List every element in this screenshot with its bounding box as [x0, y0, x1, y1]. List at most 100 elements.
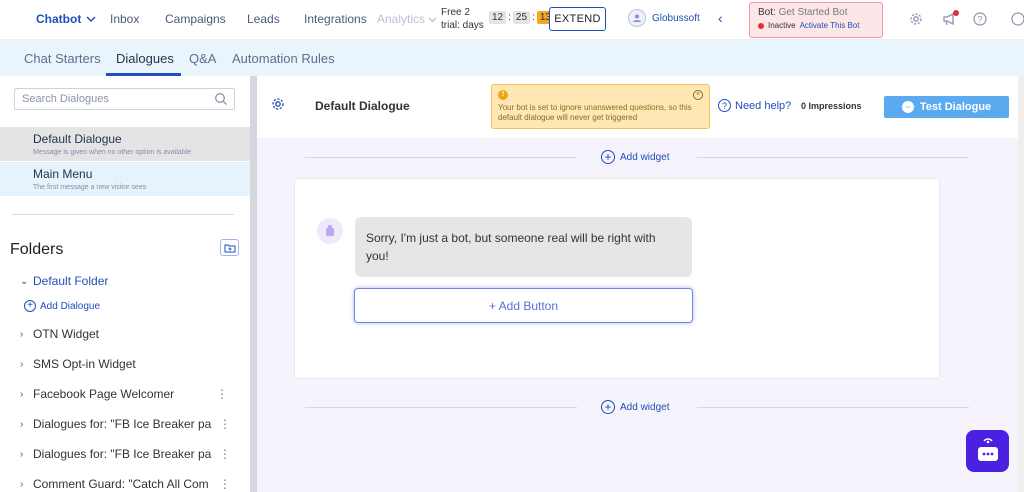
dialogue-item-default[interactable]: Default Dialogue Message is given when n…: [0, 127, 250, 161]
chevron-right-icon: ›: [20, 388, 24, 400]
chevron-down-icon: ⌄: [20, 275, 29, 287]
add-widget-button[interactable]: + Add widget: [601, 400, 669, 414]
nav-integrations[interactable]: Integrations: [304, 12, 367, 26]
timer-minutes: 25: [512, 11, 531, 24]
kebab-menu-icon[interactable]: ⋮: [219, 447, 231, 461]
question-icon: ?: [718, 99, 731, 112]
dialogue-title: Default Dialogue: [33, 132, 122, 146]
help-link[interactable]: ? Need help?: [718, 99, 791, 112]
chat-bot-icon: [977, 438, 998, 461]
plus-circle-icon: +: [601, 150, 615, 164]
divider-line: [305, 157, 577, 158]
gear-icon[interactable]: [907, 10, 925, 28]
bot-status-line: Inactive Activate This Bot: [758, 21, 874, 30]
main-scrollbar[interactable]: [1018, 76, 1024, 492]
tab-dialogues[interactable]: Dialogues: [116, 51, 174, 66]
nav-inbox[interactable]: Inbox: [110, 12, 139, 26]
chat-launcher-button[interactable]: [966, 430, 1009, 472]
folder-sms-opt-in[interactable]: › SMS Opt-in Widget: [20, 357, 136, 371]
kebab-menu-icon[interactable]: ⋮: [219, 417, 231, 431]
add-widget-bottom: + Add widget: [305, 400, 969, 414]
plus-circle-icon: +: [24, 300, 36, 312]
tab-qa[interactable]: Q&A: [189, 51, 216, 66]
folder-label: Dialogues for: "FB Ice Breaker pa: [33, 417, 212, 431]
impressions-count: 0 Impressions: [801, 101, 862, 111]
divider-line: [697, 407, 969, 408]
help-label: Need help?: [735, 99, 792, 112]
org-avatar-icon: [628, 9, 646, 27]
message-widget-card[interactable]: Sorry, I'm just a bot, but someone real …: [294, 178, 940, 379]
status-dot-icon: [758, 22, 764, 29]
bot-avatar-icon: [317, 218, 343, 244]
dialogue-subtitle: Message is given when no other option is…: [33, 149, 191, 156]
folder-label: OTN Widget: [33, 327, 100, 341]
add-button-button[interactable]: + Add Button: [354, 288, 693, 323]
kebab-menu-icon[interactable]: ⋮: [219, 477, 231, 491]
megaphone-icon[interactable]: [941, 10, 959, 28]
bot-prefix: Bot:: [758, 7, 776, 18]
kebab-menu-icon[interactable]: ⋮: [216, 387, 228, 401]
plus-circle-icon: +: [601, 400, 615, 414]
test-dialogue-button[interactable]: Test Dialogue: [884, 96, 1009, 118]
dialogue-item-main-menu[interactable]: Main Menu The first message a new visito…: [0, 162, 250, 196]
folder-fb-ice-breaker-2[interactable]: › Dialogues for: "FB Ice Breaker pa: [20, 447, 211, 461]
search-placeholder: Search Dialogues: [22, 93, 109, 105]
activate-bot-link[interactable]: Activate This Bot: [800, 21, 860, 30]
add-widget-label: Add widget: [620, 151, 670, 163]
nav-campaigns[interactable]: Campaigns: [165, 12, 226, 26]
add-widget-label: Add widget: [620, 401, 670, 413]
add-widget-button[interactable]: + Add widget: [601, 150, 669, 164]
folder-label: Comment Guard: "Catch All Com: [33, 477, 209, 491]
add-dialogue-button[interactable]: + Add Dialogue: [24, 300, 100, 312]
dialogue-title: Main Menu: [33, 167, 93, 181]
sidebar-resize-handle[interactable]: [250, 76, 257, 492]
chevron-right-icon: ›: [20, 328, 24, 340]
warning-banner: ! × Your bot is set to ignore unanswered…: [491, 84, 710, 129]
dialogue-subtitle: The first message a new visitor sees: [33, 184, 147, 191]
help-icon[interactable]: ?: [971, 10, 989, 28]
notification-dot-icon: [953, 10, 959, 16]
add-dialogue-label: Add Dialogue: [40, 300, 101, 312]
divider-line: [305, 407, 577, 408]
folder-facebook-welcomer[interactable]: › Facebook Page Welcomer: [20, 387, 174, 401]
top-navigation: Chatbot Inbox Campaigns Leads Integratio…: [0, 0, 1024, 40]
add-folder-button[interactable]: [220, 239, 239, 256]
user-menu-icon[interactable]: [1009, 10, 1024, 28]
folder-label: Dialogues for: "FB Ice Breaker pa: [33, 447, 212, 461]
add-widget-top: + Add widget: [305, 150, 969, 164]
gear-icon[interactable]: [271, 97, 285, 111]
folder-comment-guard[interactable]: › Comment Guard: "Catch All Com: [20, 477, 209, 491]
bot-message-bubble[interactable]: Sorry, I'm just a bot, but someone real …: [355, 217, 692, 277]
tab-automation-rules[interactable]: Automation Rules: [232, 51, 335, 66]
bot-name-line: Bot: Get Started Bot: [758, 7, 874, 18]
search-dialogues-input[interactable]: Search Dialogues: [14, 88, 235, 110]
messenger-icon: [901, 101, 914, 113]
chevron-right-icon: ›: [20, 448, 24, 460]
folder-fb-ice-breaker-1[interactable]: › Dialogues for: "FB Ice Breaker pa: [20, 417, 211, 431]
nav-chatbot-label: Chatbot: [36, 12, 82, 26]
extend-button[interactable]: EXTEND: [549, 7, 606, 31]
dialogue-editor: Default Dialogue ! × Your bot is set to …: [257, 76, 1024, 492]
nav-chatbot[interactable]: Chatbot: [36, 12, 96, 26]
bot-status-box: Bot: Get Started Bot Inactive Activate T…: [749, 2, 883, 38]
folder-default[interactable]: ⌄ Default Folder: [20, 274, 108, 288]
trial-line-2: trial: days: [441, 20, 484, 31]
chevron-left-icon[interactable]: ‹: [718, 10, 723, 26]
bot-status: Inactive: [768, 21, 796, 30]
tab-chat-starters[interactable]: Chat Starters: [24, 51, 101, 66]
sidebar-divider: [12, 214, 234, 215]
impressions-label: 0 Impressions: [801, 101, 862, 111]
folder-otn-widget[interactable]: › OTN Widget: [20, 327, 99, 341]
nav-analytics-label: Analytics: [377, 12, 426, 26]
folder-label: Default Folder: [33, 274, 109, 288]
close-icon[interactable]: ×: [693, 90, 703, 100]
sub-navigation: Chat Starters Dialogues Q&A Automation R…: [0, 40, 1024, 76]
org-switcher[interactable]: Globussoft: [628, 9, 700, 27]
chevron-down-icon: [428, 17, 437, 23]
warning-message: Your bot is set to ignore unanswered que…: [498, 103, 692, 122]
test-dialogue-label: Test Dialogue: [919, 101, 992, 113]
org-name: Globussoft: [652, 12, 700, 24]
nav-analytics[interactable]: Analytics: [377, 12, 437, 26]
trial-timer: 12: 25: 13: [489, 11, 554, 24]
nav-leads[interactable]: Leads: [247, 12, 280, 26]
